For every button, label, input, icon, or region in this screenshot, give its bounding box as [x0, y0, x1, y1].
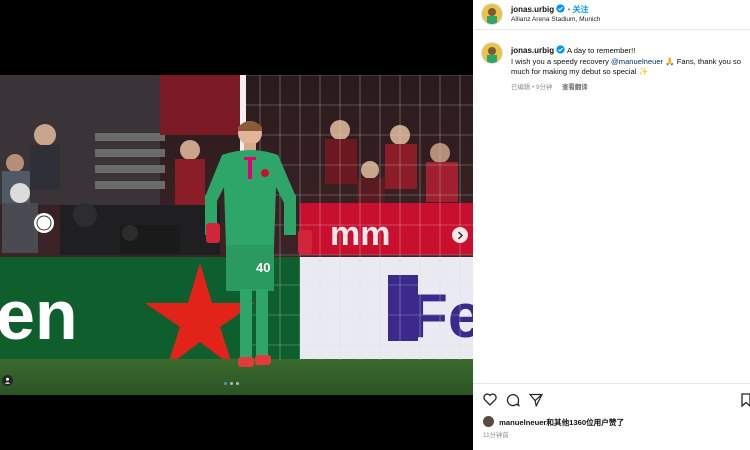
caption-meta: 已编辑 • 9分钟 查看翻译 [511, 82, 588, 91]
match-photo: mm en Fe 40 [0, 75, 473, 395]
share-icon[interactable] [529, 393, 543, 407]
verified-badge-icon [556, 4, 565, 13]
carousel-dot [224, 382, 227, 385]
see-translation-link[interactable]: 查看翻译 [562, 84, 588, 91]
caption-text: I wish you a speedy recovery [511, 56, 609, 66]
chevron-right-icon [457, 231, 463, 239]
post-side-panel: jonas.urbig • 关注 Allianz Arena Stadium, … [473, 0, 750, 450]
header-title-row: jonas.urbig • 关注 [511, 4, 589, 15]
caption-line1: A day to remember!! [566, 46, 636, 55]
post-photo[interactable]: mm en Fe 40 [0, 75, 473, 395]
post-header: jonas.urbig • 关注 Allianz Arena Stadium, … [473, 0, 750, 30]
carousel-dot [236, 382, 239, 385]
avatar[interactable] [481, 3, 503, 25]
board-text-left: en [0, 276, 78, 354]
user-icon [4, 377, 11, 384]
caption-age: 9分钟 [535, 84, 553, 91]
carousel-indicator [224, 382, 239, 385]
verified-badge-icon [556, 45, 565, 54]
likes-row: manuelneuer和其他1360位用户赞了 [483, 416, 624, 428]
post-caption: jonas.urbig A day to remember!! I wish y… [511, 45, 741, 78]
post-timestamp: 11分钟前 [483, 432, 509, 439]
user-tags-button[interactable] [2, 375, 13, 386]
comment-icon[interactable] [506, 393, 520, 407]
carousel-dot [230, 382, 233, 385]
caption-avatar[interactable] [481, 42, 503, 64]
bookmark-icon[interactable] [741, 393, 750, 407]
jersey-number: 40 [256, 260, 270, 275]
post-location[interactable]: Allianz Arena Stadium, Munich [511, 16, 600, 23]
avatar-image [482, 4, 502, 24]
likes-text[interactable]: manuelneuer和其他1360位用户赞了 [499, 418, 624, 427]
follow-button[interactable]: 关注 [573, 5, 589, 14]
mention-link[interactable]: @manuelneuer [611, 57, 663, 66]
next-photo-button[interactable] [452, 227, 468, 243]
media-viewer: mm en Fe 40 [0, 0, 473, 450]
heart-icon[interactable] [483, 393, 497, 406]
separator-dot: • [567, 5, 571, 14]
action-bar [473, 383, 750, 414]
caption-username[interactable]: jonas.urbig [511, 46, 554, 55]
edited-label: 已编辑 [511, 84, 531, 91]
board-text-right: Fe [410, 282, 473, 351]
header-username[interactable]: jonas.urbig [511, 5, 554, 14]
liker-avatar [483, 416, 494, 427]
meta-dot: • [531, 84, 535, 91]
avatar-image [482, 43, 502, 63]
